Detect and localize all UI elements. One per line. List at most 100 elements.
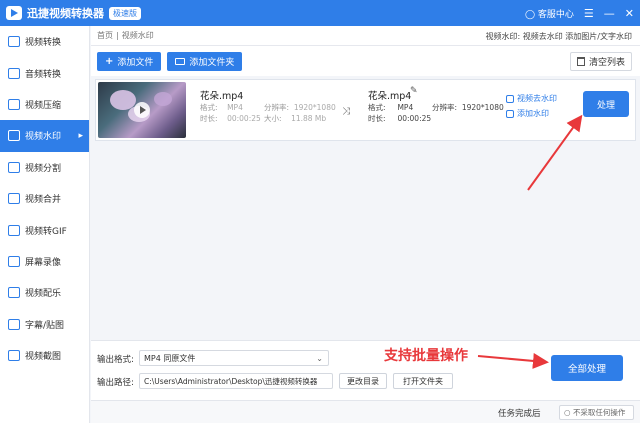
output-meta-right: 分辨率: 1920*1080 bbox=[432, 102, 504, 113]
sidebar-item-label: 视频截图 bbox=[25, 352, 62, 363]
sidebar-item-video-split[interactable]: 视频分割 bbox=[0, 152, 89, 183]
plus-icon: + bbox=[105, 55, 114, 67]
app-title: 迅捷视频转换器 bbox=[27, 7, 104, 20]
chat-icon: ◯ bbox=[524, 9, 536, 20]
app-window: 迅捷视频转换器 极速版 ◯ 客服中心 ☰ — ✕ 视频转换 音频转换 视频压缩 … bbox=[0, 0, 640, 423]
add-folder-label: 添加文件夹 bbox=[189, 57, 235, 68]
process-button[interactable]: 处理 bbox=[583, 91, 629, 117]
sidebar-item-video-watermark[interactable]: 视频水印 bbox=[0, 120, 89, 152]
menu-icon[interactable]: ☰ bbox=[584, 8, 594, 19]
add-file-label: 添加文件 bbox=[117, 57, 154, 68]
audio-convert-icon bbox=[8, 67, 20, 79]
sidebar-item-label: 视频配乐 bbox=[25, 289, 62, 300]
clear-list-label: 清空列表 bbox=[588, 58, 625, 68]
output-format: MP4 bbox=[397, 103, 414, 112]
screen-record-icon bbox=[8, 255, 20, 267]
music-icon bbox=[8, 287, 20, 299]
video-thumbnail[interactable] bbox=[98, 82, 186, 138]
screenshot-icon bbox=[8, 350, 20, 362]
size-label: 大小: bbox=[264, 114, 282, 123]
task-done-value: 不采取任何操作 bbox=[572, 408, 626, 417]
source-format: MP4 bbox=[227, 103, 243, 112]
file-list: 花朵.mp4 格式: MP4 时长: 00:00:25 分辨率: 1920*10… bbox=[91, 76, 640, 340]
duration-label: 时长: bbox=[200, 114, 218, 123]
sidebar-item-video-music[interactable]: 视频配乐 bbox=[0, 277, 89, 308]
add-watermark-label: 添加水印 bbox=[517, 109, 549, 118]
play-icon[interactable] bbox=[134, 102, 150, 118]
sidebar-item-screenshot[interactable]: 视频截图 bbox=[0, 340, 89, 371]
chevron-down-icon: ⌄ bbox=[316, 354, 323, 363]
thumbnail-flower bbox=[154, 92, 172, 106]
folder-icon bbox=[175, 57, 186, 65]
output-file-name[interactable]: 花朵.mp4 bbox=[368, 88, 411, 102]
radio-icon: ○ bbox=[564, 408, 573, 417]
video-split-icon bbox=[8, 161, 20, 173]
clear-list-button[interactable]: 清空列表 bbox=[569, 52, 632, 71]
task-done-label: 任务完成后 bbox=[498, 409, 541, 419]
source-resolution: 1920*1080 bbox=[293, 103, 336, 112]
close-icon[interactable]: ✕ bbox=[625, 8, 634, 19]
add-watermark-icon bbox=[506, 109, 514, 118]
source-file-name: 花朵.mp4 bbox=[200, 91, 244, 102]
task-done-select[interactable]: ○ 不采取任何操作 bbox=[559, 405, 634, 420]
trash-icon bbox=[576, 57, 585, 66]
source-meta-left: 格式: MP4 时长: 00:00:25 bbox=[200, 102, 261, 124]
support-label: 客服中心 bbox=[537, 9, 574, 20]
sidebar: 视频转换 音频转换 视频压缩 视频水印 视频分割 视频合并 视频转GIF 屏幕 bbox=[0, 26, 90, 423]
source-duration: 00:00:25 bbox=[227, 114, 261, 123]
breadcrumb-home[interactable]: 首页 bbox=[97, 30, 113, 41]
process-all-button[interactable]: 全部处理 bbox=[551, 355, 623, 381]
breadcrumb-separator: | bbox=[116, 31, 119, 40]
format-label: 格式: bbox=[368, 103, 386, 112]
sidebar-item-label: 音频转换 bbox=[25, 69, 62, 80]
subtitle-icon bbox=[8, 318, 20, 330]
output-format-label: 输出格式: bbox=[97, 355, 134, 365]
source-meta-right: 分辨率: 1920*1080 大小: 11.88 Mb bbox=[264, 102, 336, 124]
output-resolution: 1920*1080 bbox=[461, 103, 504, 112]
convert-arrow-icon: ⤨ bbox=[342, 106, 350, 117]
output-meta-left: 格式: MP4 时长: 00:00:25 bbox=[368, 102, 431, 124]
status-bar: 任务完成后 ○ 不采取任何操作 bbox=[91, 400, 640, 423]
video-convert-icon bbox=[8, 36, 20, 48]
change-directory-button[interactable]: 更改目录 bbox=[339, 373, 387, 389]
title-bar-controls: ◯ 客服中心 ☰ — ✕ bbox=[525, 0, 634, 26]
app-logo-icon bbox=[6, 6, 22, 20]
sidebar-item-screen-record[interactable]: 屏幕录像 bbox=[0, 246, 89, 277]
output-format-select[interactable]: MP4 同原文件 ⌄ bbox=[139, 350, 329, 366]
sidebar-item-video-merge[interactable]: 视频合并 bbox=[0, 183, 89, 214]
resolution-label: 分辨率: bbox=[264, 103, 290, 112]
sidebar-item-video-compress[interactable]: 视频压缩 bbox=[0, 89, 89, 120]
add-watermark-link[interactable]: 添加水印 bbox=[506, 108, 549, 119]
sidebar-item-label: 视频水印 bbox=[25, 132, 62, 143]
sidebar-item-label: 视频合并 bbox=[25, 195, 62, 206]
source-size: 11.88 Mb bbox=[291, 114, 327, 123]
output-path-field[interactable]: C:\Users\Administrator\Desktop\迅捷视频转换器 bbox=[139, 373, 333, 389]
output-path-value: C:\Users\Administrator\Desktop\迅捷视频转换器 bbox=[144, 376, 318, 386]
sidebar-item-video-to-gif[interactable]: 视频转GIF bbox=[0, 214, 89, 245]
sidebar-item-label: 屏幕录像 bbox=[25, 257, 62, 268]
video-compress-icon bbox=[8, 98, 20, 110]
output-path-label: 输出路径: bbox=[97, 378, 134, 388]
main-panel: 首页 | 视频水印 视频水印: 视频去水印 添加图片/文字水印 + 添加文件 添… bbox=[91, 26, 640, 423]
output-duration: 00:00:25 bbox=[397, 114, 432, 123]
batch-annotation: 支持批量操作 bbox=[384, 348, 468, 364]
toolbar: + 添加文件 添加文件夹 bbox=[91, 46, 640, 76]
video-watermark-icon bbox=[8, 130, 20, 142]
minimize-icon[interactable]: — bbox=[604, 8, 615, 19]
add-folder-button[interactable]: 添加文件夹 bbox=[167, 51, 243, 71]
sidebar-item-subtitle[interactable]: 字幕/贴图 bbox=[0, 309, 89, 340]
output-format-value: MP4 同原文件 bbox=[144, 353, 196, 363]
video-merge-icon bbox=[8, 193, 20, 205]
add-file-button[interactable]: + 添加文件 bbox=[97, 51, 162, 71]
edition-badge: 极速版 bbox=[109, 6, 141, 20]
support-button[interactable]: ◯ 客服中心 bbox=[525, 7, 574, 20]
open-folder-button[interactable]: 打开文件夹 bbox=[393, 373, 453, 389]
sidebar-item-video-convert[interactable]: 视频转换 bbox=[0, 26, 89, 57]
breadcrumb: 首页 | 视频水印 视频水印: 视频去水印 添加图片/文字水印 bbox=[91, 26, 640, 46]
duration-label: 时长: bbox=[368, 114, 386, 123]
sidebar-item-audio-convert[interactable]: 音频转换 bbox=[0, 57, 89, 88]
edit-name-icon[interactable]: ✎ bbox=[410, 86, 418, 96]
remove-watermark-label: 视频去水印 bbox=[517, 94, 557, 103]
remove-watermark-link[interactable]: 视频去水印 bbox=[506, 93, 557, 104]
sidebar-item-label: 视频分割 bbox=[25, 163, 62, 174]
